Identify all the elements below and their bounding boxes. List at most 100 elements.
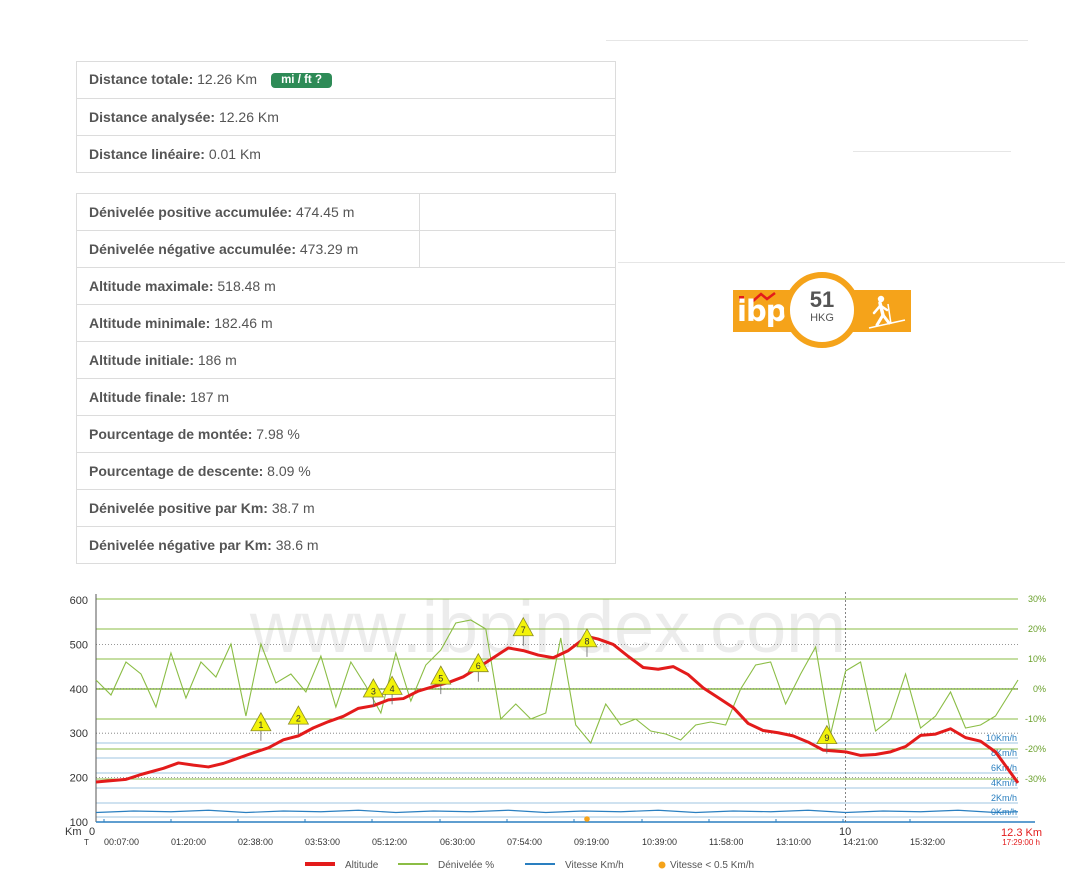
waypoint-label: 8 (584, 636, 589, 646)
y-tick-label: 200 (70, 773, 88, 785)
stat-label: Distance analysée: (89, 109, 216, 125)
gradient-tick-label: 30% (1028, 594, 1046, 604)
hiker-icon (868, 295, 906, 329)
waypoint-label: 9 (824, 733, 829, 743)
waypoint-label: 7 (521, 625, 526, 635)
x-axis-label: Km (65, 826, 82, 838)
gradient-tick-label: -30% (1025, 774, 1046, 784)
legend-label: Dénivelée % (438, 860, 494, 871)
elevation-profile-chart: www.ibpindex.com60050040030020010030%20%… (65, 588, 1046, 871)
y-tick-label: 300 (70, 728, 88, 740)
table-row: Pourcentage de montée: 7.98 % (76, 415, 616, 453)
y-tick-label: 400 (70, 684, 88, 696)
stat-value: 8.09 % (267, 463, 311, 479)
y-tick-label: 500 (70, 639, 88, 651)
units-toggle-button[interactable]: mi / ft ? (271, 73, 332, 88)
time-tick-label: 15:32:00 (910, 837, 945, 847)
table-row: Distance totale: 12.26 Km mi / ft ? (76, 61, 616, 99)
waypoint-label: 4 (390, 684, 395, 694)
ibp-score-circle: 51 HKG (784, 272, 860, 348)
stat-value: 187 m (190, 389, 230, 405)
stat-value: 12.26 Km (197, 71, 258, 87)
table-row: Distance analysée: 12.26 Km (76, 98, 616, 136)
stat-value: 12.26 Km (218, 109, 279, 125)
stat-value: 0.01 Km (208, 146, 261, 162)
stat-label: Distance linéaire: (89, 146, 205, 162)
x-tick-label: 0 (89, 826, 95, 838)
time-tick-label: 10:39:00 (642, 837, 677, 847)
time-tick-label: 06:30:00 (440, 837, 475, 847)
end-time-label: 17:29:00 h (1002, 838, 1040, 847)
ibp-logo: ibp (737, 294, 786, 328)
stat-label: Dénivelée négative par Km: (89, 537, 272, 553)
table-row: Altitude finale: 187 m (76, 378, 616, 416)
ibp-score: 51 (809, 287, 835, 312)
stat-value: 474.45 m (295, 204, 355, 220)
table-row: Dénivelée négative accumulée: 473.29 m (76, 230, 616, 268)
stat-label: Distance totale: (89, 71, 194, 87)
gradient-tick-label: 20% (1028, 624, 1046, 634)
time-tick-label: 14:21:00 (843, 837, 878, 847)
stat-label: Altitude maximale: (89, 278, 214, 294)
legend-swatch (658, 861, 666, 869)
divider (618, 262, 1065, 263)
stat-label: Altitude initiale: (89, 352, 194, 368)
ibp-index-badge[interactable]: ibp 51 HKG (733, 272, 911, 348)
speed-line (95, 809, 1019, 814)
stat-label: Pourcentage de montée: (89, 426, 253, 442)
legend-label: Altitude (345, 860, 379, 871)
table-row: Distance linéaire: 0.01 Km (76, 135, 616, 173)
waypoint-label: 6 (476, 661, 481, 671)
legend-label: Vitesse < 0.5 Km/h (670, 860, 754, 871)
gradient-tick-label: 0% (1033, 684, 1046, 694)
gradient-tick-label: -20% (1025, 744, 1046, 754)
waypoint-label: 1 (258, 720, 263, 730)
divider (853, 151, 1011, 152)
time-tick-label: 07:54:00 (507, 837, 542, 847)
ibp-unit: HKG (810, 312, 834, 324)
waypoint-label: 2 (296, 714, 301, 724)
speed-tick-label: 4Km/h (991, 778, 1017, 788)
stat-value: 7.98 % (256, 426, 300, 442)
elevation-table: Dénivelée positive accumulée: 474.45 m D… (76, 193, 616, 564)
gradient-tick-label: 10% (1028, 654, 1046, 664)
stat-value: 38.6 m (275, 537, 319, 553)
stat-value: 182.46 m (214, 315, 273, 331)
stat-value: 186 m (197, 352, 237, 368)
speed-tick-label: 10Km/h (986, 733, 1017, 743)
waypoint-label: 3 (371, 687, 376, 697)
stat-label: Pourcentage de descente: (89, 463, 264, 479)
table-row: Altitude initiale: 186 m (76, 341, 616, 379)
distance-table: Distance totale: 12.26 Km mi / ft ? Dista… (76, 61, 616, 173)
stat-label: Dénivelée négative accumulée: (89, 241, 296, 257)
stat-value: 473.29 m (299, 241, 359, 257)
gradient-tick-label: -10% (1025, 714, 1046, 724)
table-row: Dénivelée négative par Km: 38.6 m (76, 526, 616, 564)
stat-label: Dénivelée positive par Km: (89, 500, 268, 516)
time-tick-label: 01:20:00 (171, 837, 206, 847)
waypoint-label: 5 (438, 674, 443, 684)
table-row: Altitude maximale: 518.48 m (76, 267, 616, 305)
time-tick-label: 11:58:00 (709, 837, 743, 847)
divider (606, 40, 1028, 41)
time-tick-label: 09:19:00 (574, 837, 609, 847)
table-row: Altitude minimale: 182.46 m (76, 304, 616, 342)
table-row: Pourcentage de descente: 8.09 % (76, 452, 616, 490)
y-tick-label: 600 (70, 595, 88, 607)
stat-value: 38.7 m (271, 500, 315, 516)
stat-label: Altitude minimale: (89, 315, 211, 331)
speed-tick-label: 2Km/h (991, 793, 1017, 803)
stat-value: 518.48 m (217, 278, 276, 294)
stat-label: Dénivelée positive accumulée: (89, 204, 293, 220)
table-row: Dénivelée positive accumulée: 474.45 m (76, 193, 616, 231)
time-tick-label: 00:07:00 (104, 837, 139, 847)
slow-speed-point (584, 816, 590, 822)
time-tick-label: 13:10:00 (776, 837, 811, 847)
time-tick-label: 03:53:00 (305, 837, 340, 847)
stat-label: Altitude finale: (89, 389, 187, 405)
table-row: Dénivelée positive par Km: 38.7 m (76, 489, 616, 527)
legend-label: Vitesse Km/h (565, 860, 624, 871)
time-tick-label: 02:38:00 (238, 837, 273, 847)
time-tick-label: 05:12:00 (372, 837, 407, 847)
time-prefix-label: T (84, 838, 89, 847)
